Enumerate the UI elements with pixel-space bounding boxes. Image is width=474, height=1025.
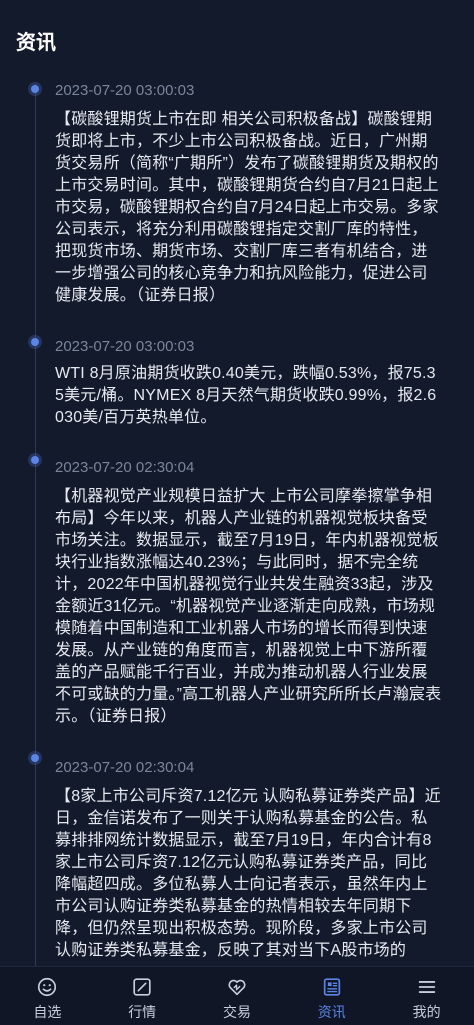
news-feed[interactable]: 2023-07-20 03:00:03 【碳酸锂期货上市在即 相关公司积极备战】… [0, 78, 474, 966]
tab-wode[interactable]: 我的 [379, 967, 474, 1025]
chart-square-icon [133, 978, 151, 996]
news-time: 2023-07-20 03:00:03 [55, 338, 195, 355]
tab-label: 交易 [222, 1004, 251, 1020]
news-time: 2023-07-20 03:00:03 [55, 82, 195, 99]
news-content: 【机器视觉产业规模日益扩大 上市公司摩拳擦掌争相布局】今年以来，机器人产业链的机… [55, 488, 442, 725]
tab-label: 我的 [412, 1004, 441, 1020]
timeline-line [35, 84, 36, 966]
news-content: 【碳酸锂期货上市在即 相关公司积极备战】碳酸锂期货即将上市，不少上市公司积极备战… [55, 111, 439, 304]
timeline-dot [31, 85, 39, 93]
news-icon [323, 978, 340, 996]
page-title: 资讯 [16, 32, 56, 54]
news-time: 2023-07-20 02:30:04 [55, 759, 195, 776]
tab-zixun[interactable]: 资讯 [284, 967, 379, 1025]
timeline-dot [31, 338, 39, 346]
tab-zixuan[interactable]: 自选 [0, 967, 95, 1025]
top-header: 资讯 [0, 0, 474, 78]
news-content: WTI 8月原油期货收跌0.40美元，跌幅0.53%，报75.35美元/桶。NY… [55, 365, 437, 426]
tab-jiaoyi[interactable]: 交易 [190, 967, 285, 1025]
news-time: 2023-07-20 02:30:04 [55, 459, 195, 476]
tab-label: 行情 [128, 1004, 157, 1020]
tab-hangqing[interactable]: 行情 [95, 967, 190, 1025]
bottom-tab-bar: 自选 行情 交易 资讯 我的 [0, 966, 474, 1025]
timeline-dot [31, 754, 39, 762]
tab-label: 自选 [33, 1004, 62, 1020]
news-content: 【8家上市公司斥资7.12亿元 认购私募证券类产品】近日，金信诺发布了一则关于认… [55, 788, 441, 959]
heart-exchange-icon [228, 979, 246, 996]
smile-icon [38, 977, 57, 997]
menu-icon [418, 981, 435, 993]
timeline-dot [31, 456, 39, 464]
tab-label: 资讯 [317, 1004, 346, 1020]
